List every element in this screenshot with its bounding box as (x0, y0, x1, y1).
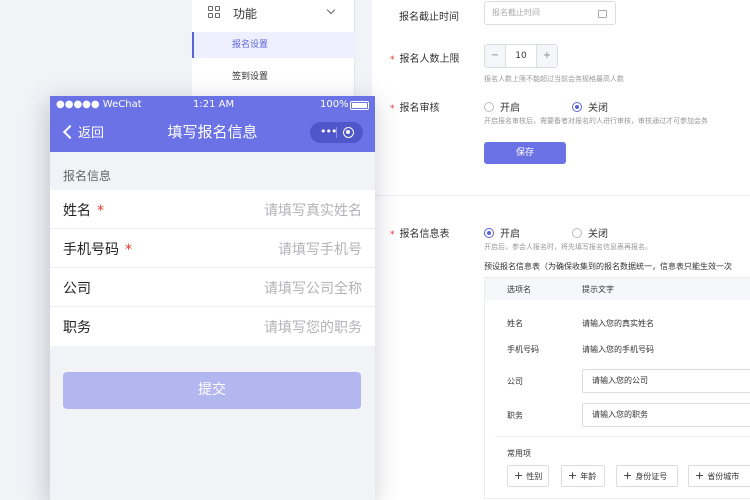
row-tip: 请输入您的手机号码 (582, 345, 654, 354)
review-label: 报名审核 (399, 103, 440, 114)
status-bar: ●●●●● WeChat 1:21 AM 100% (50, 96, 375, 114)
settings-panel: 报名截止时间 报名截止时间 * 报名人数上限 − 10 + 报名人数上限不能超过当… (372, 0, 750, 500)
form-row-company[interactable]: 公司 请填写公司全称 (50, 268, 375, 307)
section-title: 报名信息 (63, 169, 112, 183)
required-mark: * (390, 104, 395, 114)
status-time: 1:21 AM (193, 99, 235, 110)
app-screen: 功能 报名设置 签到设置 报名截止时间 报名截止时间 * 报名人数上限 − 10 … (0, 0, 750, 500)
tag-label: 省份城市 (707, 472, 740, 481)
column-header-tip: 提示文字 (582, 285, 614, 294)
review-hint: 开启报名审核后，需要备者对报名的人进行审核，审核通过才可参加会务 (484, 117, 708, 125)
deadline-placeholder: 报名截止时间 (492, 8, 540, 17)
tag-label: 性别 (526, 472, 543, 481)
radio-button[interactable] (484, 101, 494, 112)
deadline-label: 报名截止时间 (399, 12, 459, 23)
tip-input[interactable]: 请输入您的职务 (582, 403, 750, 427)
submit-button[interactable]: 提交 (63, 372, 361, 409)
form-table-radio-on[interactable]: 开启 (484, 225, 520, 240)
required-mark: * (125, 242, 132, 258)
review-radio-on[interactable]: 开启 (484, 99, 520, 114)
field-label: 职务 (63, 320, 91, 336)
battery-percent: 100% (320, 99, 349, 110)
form-row-position[interactable]: 职务 请填写您的职务 (50, 307, 375, 346)
decrement-button[interactable]: − (485, 45, 505, 67)
plus-icon: + (695, 469, 705, 482)
position-input[interactable]: 请填写您的职务 (264, 317, 362, 337)
divider (372, 195, 750, 196)
phone-preview: ●●●●● WeChat 1:21 AM 100% 返回 填写报名信息 ••• … (50, 96, 375, 500)
close-target-icon[interactable] (343, 127, 354, 138)
chevron-down-icon[interactable] (326, 5, 336, 15)
radio-label: 关闭 (588, 229, 608, 240)
more-icon[interactable]: ••• (320, 125, 337, 138)
form-table-hint: 开启后，参会人报名时，将先填写报名信息表再报名。 (484, 243, 652, 251)
field-label: 公司 (63, 281, 91, 297)
add-age-button[interactable]: + 年龄 (561, 465, 605, 487)
limit-label: 报名人数上限 (399, 54, 460, 65)
deadline-input[interactable]: 报名截止时间 (484, 1, 616, 25)
mini-program-capsule[interactable]: ••• (310, 122, 363, 143)
plus-icon: + (514, 469, 524, 482)
row-name: 手机号码 (507, 345, 539, 354)
form-table-label: 报名信息表 (399, 229, 450, 240)
limit-value[interactable]: 10 (505, 45, 537, 67)
add-gender-button[interactable]: + 性别 (507, 465, 549, 487)
radio-button-selected[interactable] (484, 227, 494, 238)
row-name: 职务 (507, 411, 523, 420)
radio-button[interactable] (572, 227, 582, 238)
sidebar-function-label: 功能 (233, 7, 258, 21)
limit-hint: 报名人数上限不能超过当前会务规格最高人数 (484, 75, 624, 83)
field-label: 姓名 * (63, 203, 104, 219)
divider (336, 127, 337, 138)
limit-label-row: * 报名人数上限 (390, 50, 460, 65)
grid-icon (208, 6, 220, 18)
form-table-radio-off[interactable]: 关闭 (572, 225, 608, 240)
sidebar-item-checkin-settings[interactable]: 签到设置 (192, 64, 355, 90)
tag-label: 年龄 (580, 472, 597, 481)
column-header-name: 选项名 (507, 285, 531, 294)
phone-header: ●●●●● WeChat 1:21 AM 100% 返回 填写报名信息 ••• (50, 96, 375, 152)
limit-stepper[interactable]: − 10 + (484, 44, 558, 68)
divider (495, 436, 750, 437)
sidebar-item-registration-settings[interactable]: 报名设置 (192, 32, 355, 58)
field-label: 手机号码 * (63, 242, 132, 258)
form-table-description: 预设报名信息表（为确保收集到的报名数据统一，信息表只能生效一次 (484, 262, 732, 271)
form-row-name[interactable]: 姓名 * 请填写真实姓名 (50, 190, 375, 229)
name-input[interactable]: 请填写真实姓名 (264, 200, 362, 220)
required-mark: * (97, 203, 104, 219)
tip-input[interactable]: 请输入您的公司 (582, 369, 750, 393)
increment-button[interactable]: + (537, 45, 557, 67)
row-name: 姓名 (507, 319, 523, 328)
form-table-label-row: * 报名信息表 (390, 225, 450, 240)
radio-label: 开启 (500, 229, 520, 240)
common-items-label: 常用项 (507, 449, 531, 458)
calendar-icon (598, 10, 607, 18)
form-row-phone[interactable]: 手机号码 * 请填写手机号 (50, 229, 375, 268)
add-province-city-button[interactable]: + 省份城市 (688, 465, 750, 487)
nav-bar: 返回 填写报名信息 ••• (50, 114, 375, 152)
review-label-row: * 报名审核 (390, 99, 440, 114)
radio-button-selected[interactable] (572, 101, 582, 112)
tag-label: 身份证号 (635, 472, 668, 481)
company-input[interactable]: 请填写公司全称 (264, 278, 362, 298)
plus-icon: + (568, 469, 578, 482)
save-button[interactable]: 保存 (484, 142, 566, 164)
required-mark: * (390, 230, 395, 240)
review-radio-off[interactable]: 关闭 (572, 99, 608, 114)
registration-form: 姓名 * 请填写真实姓名 手机号码 * 请填写手机号 公司 请填写公司全称 职务 请… (50, 190, 375, 346)
add-id-number-button[interactable]: + 身份证号 (616, 465, 678, 487)
radio-label: 关闭 (588, 103, 608, 114)
plus-icon: + (623, 469, 633, 482)
table-header: 选项名 提示文字 (485, 278, 750, 300)
radio-label: 开启 (500, 103, 520, 114)
phone-input[interactable]: 请填写手机号 (278, 239, 362, 259)
row-tip: 请输入您的真实姓名 (582, 319, 654, 328)
row-name: 公司 (507, 377, 523, 386)
required-mark: * (390, 55, 395, 65)
form-fields-table: 选项名 提示文字 姓名 请输入您的真实姓名 手机号码 请输入您的手机号码 公司 … (484, 277, 750, 499)
carrier-label: ●●●●● WeChat (56, 99, 142, 110)
battery-icon (350, 101, 369, 110)
sidebar-function-group[interactable]: 功能 (192, 0, 355, 24)
